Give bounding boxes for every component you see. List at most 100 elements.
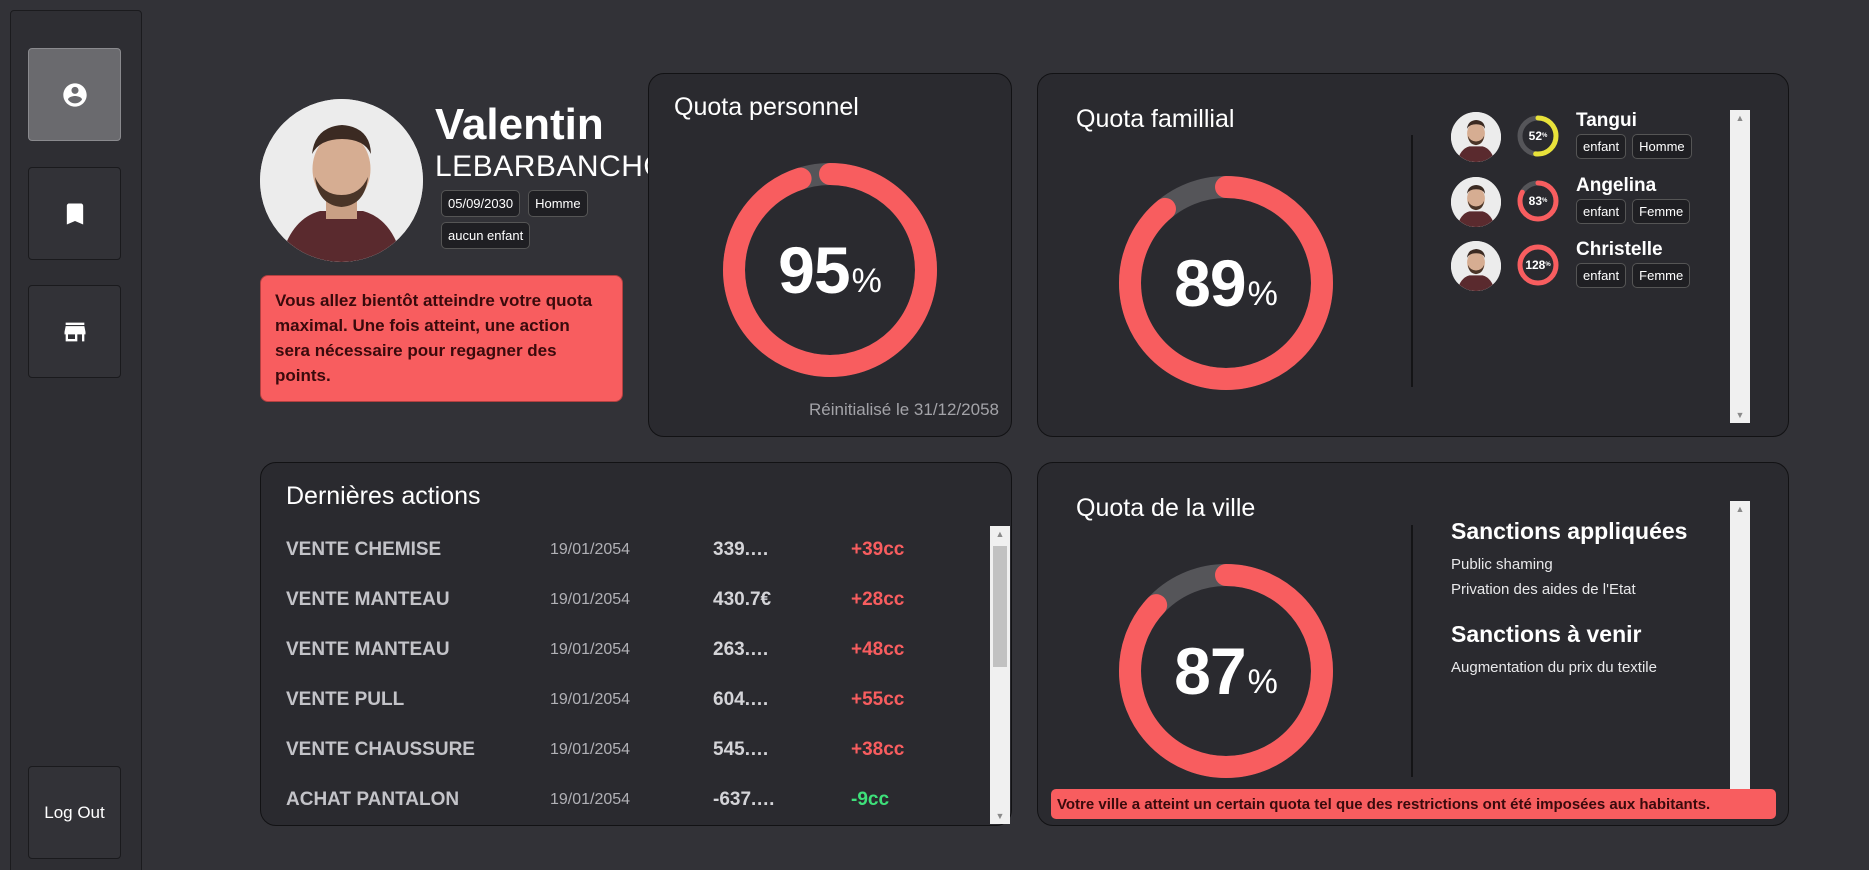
- store-icon: [64, 322, 85, 341]
- family-scrollbar[interactable]: ▲ ▼: [1730, 110, 1750, 423]
- scroll-up-icon[interactable]: ▲: [1730, 110, 1750, 126]
- scroll-up-icon[interactable]: ▲: [990, 526, 1010, 542]
- sidebar-item-profile[interactable]: [28, 48, 121, 141]
- member-name: Tangui: [1576, 110, 1637, 131]
- profile-first-name: Valentin: [435, 100, 604, 149]
- city-quota-value: 87: [1174, 634, 1246, 708]
- action-date: 19/01/2054: [550, 741, 631, 758]
- bookmark-icon: [66, 203, 83, 224]
- action-amount: 263.…: [713, 639, 769, 660]
- action-amount: 604.…: [713, 689, 769, 710]
- personal-quota-value: 95: [778, 233, 850, 307]
- avatar: [260, 99, 423, 262]
- member-gender-tag: Homme: [1632, 134, 1692, 159]
- action-row[interactable]: VENTE CHAUSSURE 19/01/2054 545.… +38cc: [286, 735, 986, 765]
- city-scrollbar[interactable]: ▲: [1730, 501, 1750, 789]
- action-points: +55cc: [851, 689, 905, 710]
- action-row[interactable]: VENTE CHEMISE 19/01/2054 339.… +39cc: [286, 535, 986, 565]
- family-divider: [1411, 135, 1413, 387]
- user-photo-icon: [1451, 177, 1501, 227]
- action-date: 19/01/2054: [550, 691, 631, 708]
- member-quota-ring: 128%: [1515, 242, 1561, 288]
- action-label: VENTE CHAUSSURE: [286, 739, 475, 760]
- action-points: +48cc: [851, 639, 905, 660]
- actions-title: Dernières actions: [286, 482, 481, 510]
- member-avatar: [1451, 112, 1501, 162]
- logout-button[interactable]: Log Out: [28, 766, 121, 859]
- action-label: ACHAT PANTALON: [286, 789, 460, 810]
- member-avatar: [1451, 241, 1501, 291]
- user-photo-icon: [260, 99, 423, 262]
- city-quota-unit: %: [1247, 662, 1278, 701]
- city-restriction-alert: Votre ville a atteint un certain quota t…: [1051, 789, 1776, 819]
- member-role-tag: enfant: [1576, 199, 1627, 224]
- action-amount: 339.…: [713, 539, 769, 560]
- account-circle-icon: [62, 82, 87, 107]
- birth-date-tag: 05/09/2030: [441, 190, 521, 217]
- action-date: 19/01/2054: [550, 791, 631, 808]
- member-quota-value: 52: [1528, 129, 1542, 143]
- applied-sanction-item: Public shaming: [1451, 556, 1553, 573]
- action-points: +39cc: [851, 539, 905, 560]
- member-quota-ring: 83%: [1515, 178, 1561, 224]
- family-quota-value: 89: [1174, 246, 1246, 320]
- city-quota-title: Quota de la ville: [1076, 494, 1256, 522]
- family-quota-title: Quota famillial: [1076, 105, 1235, 133]
- action-points: +38cc: [851, 739, 905, 760]
- sidebar-item-bookmarks[interactable]: [28, 167, 121, 260]
- personal-quota-title: Quota personnel: [674, 93, 859, 121]
- applied-sanction-item: Privation des aides de l'Etat: [1451, 581, 1636, 598]
- sidebar-item-store[interactable]: [28, 285, 121, 378]
- reset-date: Réinitialisé le 31/12/2058: [809, 400, 999, 419]
- member-avatar: [1451, 177, 1501, 227]
- member-role-tag: enfant: [1576, 263, 1627, 288]
- member-name: Angelina: [1576, 175, 1657, 196]
- action-points: -9cc: [851, 789, 890, 810]
- children-tag: aucun enfant: [441, 222, 531, 249]
- member-quota-value: 83: [1528, 194, 1542, 208]
- action-row[interactable]: VENTE MANTEAU 19/01/2054 263.… +48cc: [286, 635, 986, 665]
- upcoming-sanction-item: Augmentation du prix du textile: [1451, 659, 1657, 676]
- action-amount: 545.…: [713, 739, 769, 760]
- user-photo-icon: [1451, 241, 1501, 291]
- actions-scroll-thumb[interactable]: [993, 546, 1007, 667]
- action-row[interactable]: ACHAT PANTALON 19/01/2054 -637.… -9cc: [286, 785, 986, 815]
- upcoming-sanctions-title: Sanctions à venir: [1451, 621, 1642, 647]
- member-role-tag: enfant: [1576, 134, 1627, 159]
- sidebar: Log Out: [10, 10, 142, 870]
- action-label: VENTE PULL: [286, 689, 405, 710]
- action-row[interactable]: VENTE PULL 19/01/2054 604.… +55cc: [286, 685, 986, 715]
- action-label: VENTE MANTEAU: [286, 589, 450, 610]
- children-tag-wrap: aucun enfant: [441, 222, 531, 249]
- applied-sanctions-title: Sanctions appliquées: [1451, 518, 1688, 544]
- family-quota-unit: %: [1247, 274, 1278, 313]
- user-photo-icon: [1451, 112, 1501, 162]
- action-date: 19/01/2054: [550, 591, 631, 608]
- action-row[interactable]: VENTE MANTEAU 19/01/2054 430.7€ +28cc: [286, 585, 986, 615]
- quota-warning-alert: Vous allez bientôt atteindre votre quota…: [260, 275, 623, 402]
- action-points: +28cc: [851, 589, 905, 610]
- personal-quota-donut: 95%: [722, 162, 938, 378]
- city-divider: [1411, 525, 1413, 777]
- action-date: 19/01/2054: [550, 541, 631, 558]
- gender-tag: Homme: [528, 190, 588, 217]
- member-gender-tag: Femme: [1632, 199, 1691, 224]
- action-date: 19/01/2054: [550, 641, 631, 658]
- action-amount: -637.…: [713, 789, 776, 810]
- city-quota-donut: 87%: [1118, 563, 1334, 779]
- family-quota-donut: 89%: [1118, 175, 1334, 391]
- profile-last-name: LEBARBANCHON: [435, 150, 650, 183]
- action-amount: 430.7€: [713, 589, 772, 610]
- scroll-up-icon[interactable]: ▲: [1730, 501, 1750, 517]
- action-label: VENTE CHEMISE: [286, 539, 442, 560]
- member-quota-value: 128: [1525, 258, 1546, 272]
- actions-scrollbar[interactable]: ▲ ▼: [990, 526, 1010, 824]
- member-name: Christelle: [1576, 239, 1663, 260]
- scroll-down-icon[interactable]: ▼: [1730, 407, 1750, 423]
- member-quota-ring: 52%: [1515, 113, 1561, 159]
- scroll-down-icon[interactable]: ▼: [990, 808, 1010, 824]
- personal-quota-unit: %: [851, 261, 882, 300]
- profile-tags: 05/09/2030 Homme: [441, 190, 588, 217]
- member-gender-tag: Femme: [1632, 263, 1691, 288]
- action-label: VENTE MANTEAU: [286, 639, 450, 660]
